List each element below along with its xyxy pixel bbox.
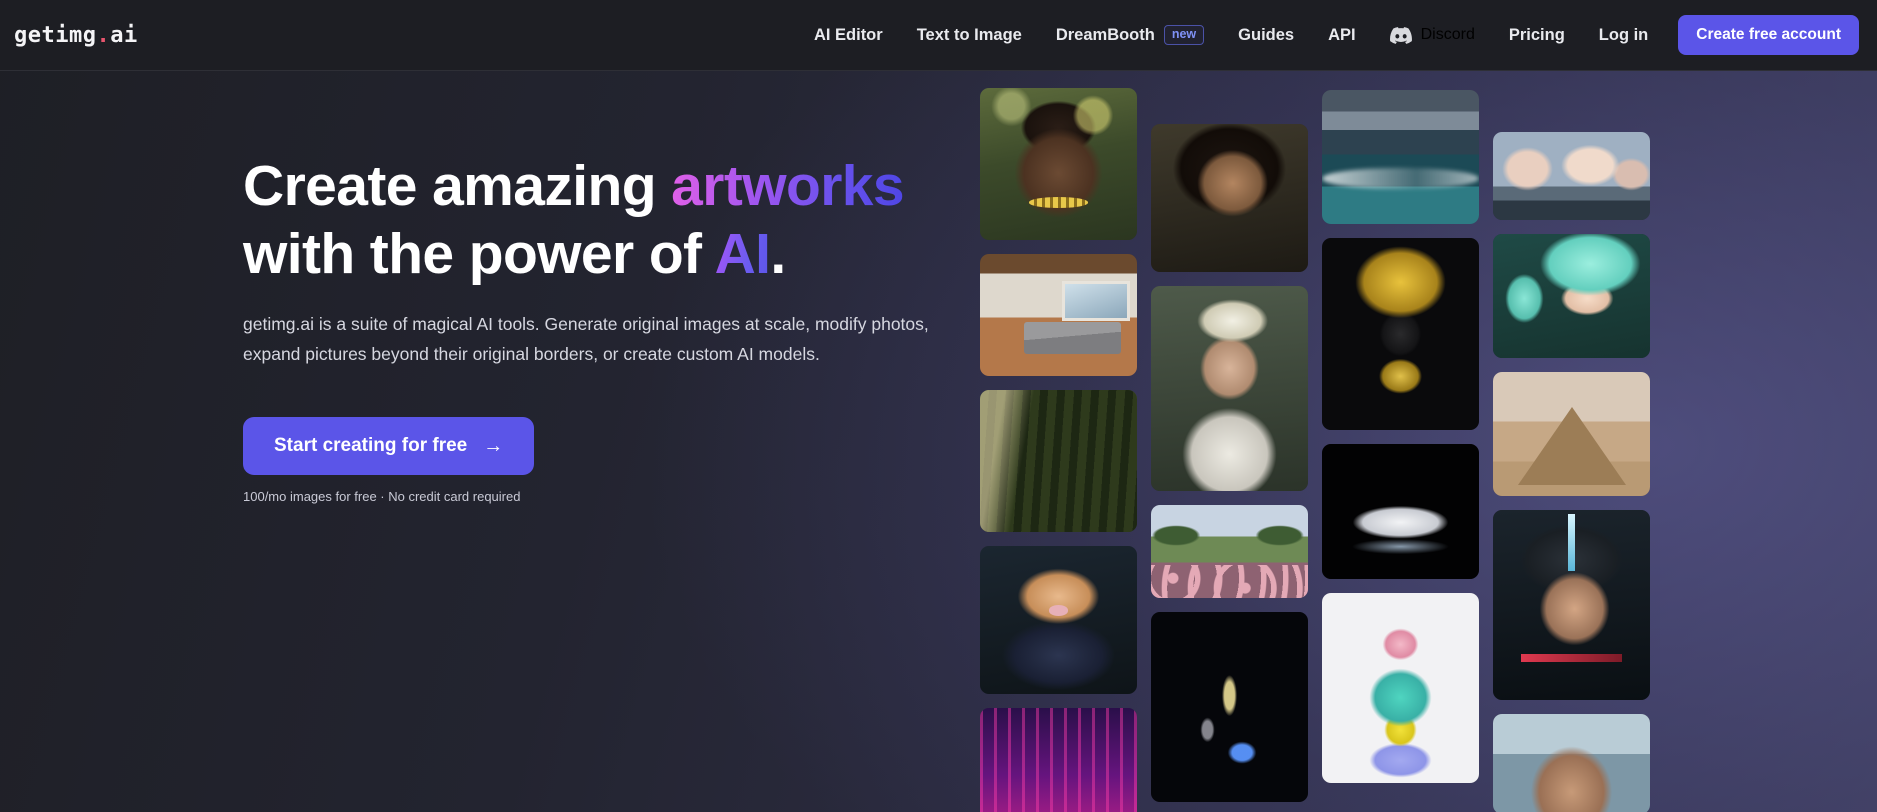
headline-line2-accent: AI xyxy=(714,222,771,286)
image-gallery xyxy=(960,71,1877,812)
gallery-column-2 xyxy=(1151,124,1308,812)
tile-synthwave-city[interactable] xyxy=(980,708,1137,812)
nav-item-dreambooth[interactable]: DreamBooth new xyxy=(1039,0,1221,70)
start-creating-button[interactable]: Start creating for free → xyxy=(243,417,535,475)
headline-line1-plain: Create amazing xyxy=(243,154,672,218)
create-free-account-button[interactable]: Create free account xyxy=(1678,15,1859,55)
tile-astronaut-hamster[interactable] xyxy=(980,546,1137,694)
tile-bedroom-interior-art xyxy=(980,254,1137,376)
tile-classical-rose-garden[interactable] xyxy=(1151,505,1308,598)
tile-bedroom-interior[interactable] xyxy=(980,254,1137,376)
tile-stormy-ocean-waves-art xyxy=(1322,90,1479,224)
nav-item-guides[interactable]: Guides xyxy=(1221,0,1311,70)
tile-portrait-bottom[interactable] xyxy=(1493,714,1650,812)
tile-golden-deity-mask[interactable] xyxy=(1322,238,1479,430)
nav-item-api[interactable]: API xyxy=(1311,0,1373,70)
tile-white-sneaker-art xyxy=(1322,444,1479,579)
tile-cyborg-soldier[interactable] xyxy=(1493,510,1650,700)
nav-item-dreambooth-label: DreamBooth xyxy=(1055,25,1155,44)
logo-text: getimg xyxy=(14,22,97,48)
tile-astronaut-hamster-art xyxy=(980,546,1137,694)
tile-anime-teal-hair-girl[interactable] xyxy=(1493,234,1650,358)
tile-anime-teal-hair-girl-art xyxy=(1493,234,1650,358)
tile-sunlit-forest-path-art xyxy=(980,390,1137,532)
logo-suffix: ai xyxy=(110,22,138,48)
hero-section: Create amazing artworks with the power o… xyxy=(243,152,943,504)
tile-dark-flora-still-life-art xyxy=(1151,612,1308,802)
tile-cyborg-soldier-art xyxy=(1493,510,1650,700)
page-title: Create amazing artworks with the power o… xyxy=(243,152,943,288)
tile-portrait-smiling-man-art xyxy=(980,88,1137,240)
gallery-column-3 xyxy=(1322,90,1479,812)
nav-item-text-to-image[interactable]: Text to Image xyxy=(900,0,1039,70)
headline-line2-plain: with the power of xyxy=(243,222,715,286)
tile-synthwave-city-art xyxy=(980,708,1137,812)
new-badge: new xyxy=(1163,24,1205,46)
hero-description: getimg.ai is a suite of magical AI tools… xyxy=(243,314,929,364)
tile-white-sneaker[interactable] xyxy=(1322,444,1479,579)
gallery-column-4 xyxy=(1493,132,1650,812)
tile-cloudscape-horizon[interactable] xyxy=(1493,132,1650,220)
tile-portrait-smiling-man[interactable] xyxy=(980,88,1137,240)
tile-dark-flora-still-life[interactable] xyxy=(1151,612,1308,802)
cta-note: 100/mo images for free · No credit card … xyxy=(243,489,521,504)
tile-portrait-bottom-art xyxy=(1493,714,1650,812)
start-creating-label: Start creating for free xyxy=(274,435,468,456)
tile-cloudscape-horizon-art xyxy=(1493,132,1650,220)
headline-line1-accent: artworks xyxy=(671,154,904,218)
tile-mayan-pyramid[interactable] xyxy=(1493,372,1650,496)
brand-logo[interactable]: getimg. ai xyxy=(14,23,138,48)
headline-period: . xyxy=(770,222,786,286)
discord-icon xyxy=(1389,26,1412,44)
tile-golden-deity-mask-art xyxy=(1322,238,1479,430)
tile-bearded-warrior-art xyxy=(1151,124,1308,272)
gallery-columns xyxy=(960,71,1877,812)
tile-flower-crown-goddess[interactable] xyxy=(1151,286,1308,491)
tile-pink-hair-puffer-jacket[interactable] xyxy=(1322,593,1479,783)
tile-classical-rose-garden-art xyxy=(1151,505,1308,598)
nav-item-pricing[interactable]: Pricing xyxy=(1492,0,1582,70)
gallery-column-1 xyxy=(980,88,1137,812)
main-navigation: AI Editor Text to Image DreamBooth new G… xyxy=(797,0,1877,70)
landing-page: getimg. ai AI Editor Text to Image DreamB… xyxy=(0,0,1877,812)
hero-cta-group: Start creating for free → 100/mo images … xyxy=(243,417,943,504)
tile-stormy-ocean-waves[interactable] xyxy=(1322,90,1479,224)
tile-mayan-pyramid-art xyxy=(1493,372,1650,496)
site-header: getimg. ai AI Editor Text to Image DreamB… xyxy=(0,0,1877,71)
nav-item-ai-editor[interactable]: AI Editor xyxy=(797,0,900,70)
tile-pink-hair-puffer-jacket-art xyxy=(1322,593,1479,783)
tile-sunlit-forest-path[interactable] xyxy=(980,390,1137,532)
nav-item-discord-label: Discord xyxy=(1420,26,1475,43)
logo-dot: . xyxy=(96,22,111,48)
arrow-right-icon: → xyxy=(483,435,504,457)
tile-flower-crown-goddess-art xyxy=(1151,286,1308,491)
nav-item-login[interactable]: Log in xyxy=(1582,0,1665,70)
nav-item-discord[interactable]: Discord xyxy=(1373,0,1492,70)
tile-bearded-warrior[interactable] xyxy=(1151,124,1308,272)
